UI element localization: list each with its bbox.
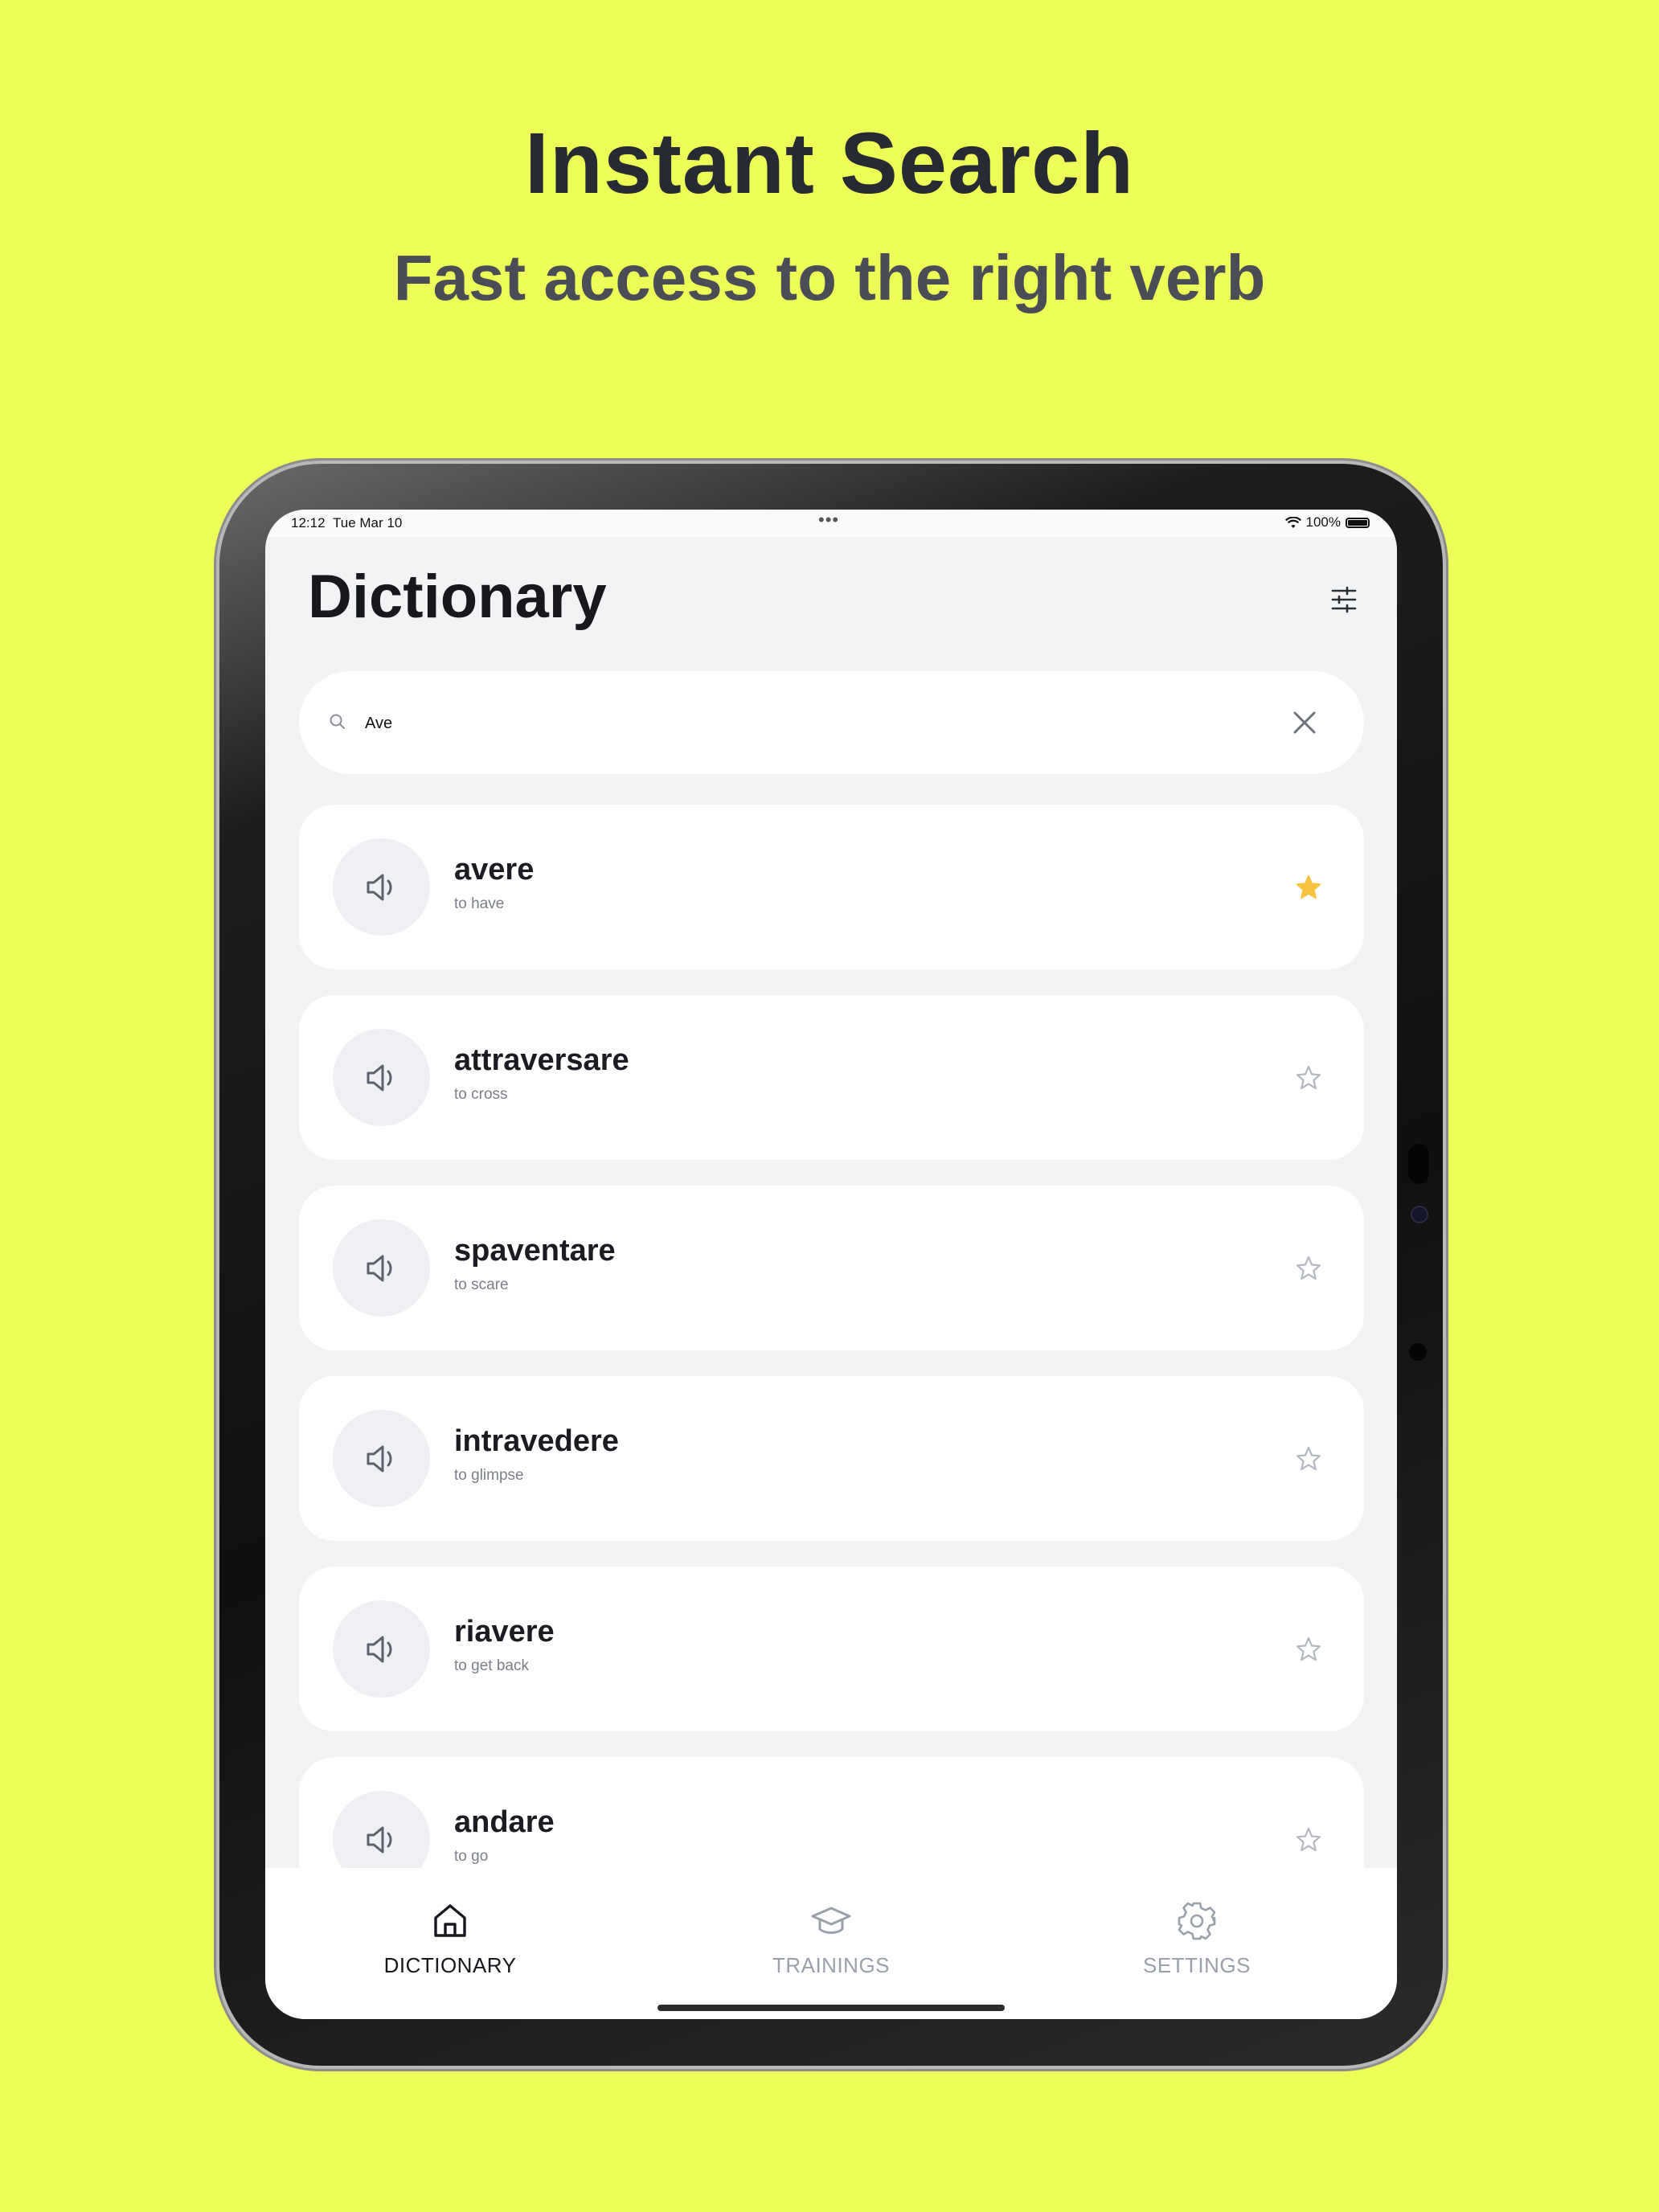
- status-time: 12:12 Tue Mar 10: [291, 515, 403, 530]
- verb-text: spaventare: [454, 1234, 616, 1268]
- search-icon: [330, 714, 345, 729]
- hero-subtitle: Fast access to the right verb: [393, 242, 1266, 313]
- tab-trainings[interactable]: TRAININGS: [711, 1900, 952, 1978]
- status-bar: 12:12 Tue Mar 10 ••• 100%: [265, 510, 1397, 537]
- verb-translation: to glimpse: [454, 1467, 524, 1484]
- speaker-icon: [367, 1636, 392, 1663]
- home-icon: [434, 1904, 466, 1937]
- side-button: [1408, 1144, 1429, 1184]
- verb-text: attraversare: [454, 1043, 629, 1077]
- tab-settings[interactable]: SETTINGS: [1076, 1900, 1317, 1978]
- play-audio-button[interactable]: [333, 1410, 430, 1507]
- star-icon[interactable]: [1295, 1636, 1322, 1663]
- verb-text: riavere: [454, 1615, 555, 1649]
- verb-list-item[interactable]: intravedere to glimpse: [299, 1376, 1364, 1541]
- verb-text: andare: [454, 1805, 555, 1839]
- speaker-icon: [367, 1064, 392, 1092]
- tab-label: SETTINGS: [1142, 1953, 1251, 1977]
- tab-bar: DICTIONARY TRAININGS SETTINGS: [265, 1868, 1397, 2019]
- star-icon[interactable]: [1295, 1826, 1322, 1854]
- status-right: 100%: [1284, 514, 1370, 530]
- app-screen: 12:12 Tue Mar 10 ••• 100% Dictionary Ave…: [265, 510, 1397, 2019]
- play-audio-button[interactable]: [333, 1219, 430, 1317]
- star-icon[interactable]: [1295, 874, 1322, 901]
- camera-lens: [1411, 1206, 1428, 1223]
- tab-label: TRAININGS: [772, 1953, 891, 1977]
- verb-list-item[interactable]: attraversare to cross: [299, 995, 1364, 1160]
- wifi-icon: [1284, 516, 1301, 528]
- star-icon[interactable]: [1295, 1064, 1322, 1092]
- sliders-icon[interactable]: [1328, 584, 1360, 616]
- speaker-icon: [367, 874, 392, 901]
- home-indicator[interactable]: [657, 2005, 1005, 2011]
- hero-title: Instant Search: [524, 114, 1135, 211]
- verb-translation: to go: [454, 1848, 489, 1865]
- verb-translation: to scare: [454, 1276, 509, 1293]
- battery-icon: [1346, 517, 1370, 528]
- star-icon[interactable]: [1295, 1255, 1322, 1282]
- speaker-icon: [367, 1255, 392, 1282]
- verb-translation: to have: [454, 895, 505, 912]
- graduation-cap-icon: [811, 1907, 851, 1934]
- verb-list-item[interactable]: spaventare to scare: [299, 1186, 1364, 1350]
- battery-percent: 100%: [1305, 514, 1341, 530]
- close-icon[interactable]: [1288, 707, 1321, 739]
- verb-list-item[interactable]: riavere to get back: [299, 1567, 1364, 1731]
- play-audio-button[interactable]: [333, 1600, 430, 1698]
- gear-icon: [1178, 1902, 1216, 1940]
- search-input[interactable]: [363, 702, 1170, 745]
- page-title: Dictionary: [308, 563, 607, 631]
- speaker-icon: [367, 1826, 392, 1854]
- play-audio-button[interactable]: [333, 1029, 430, 1126]
- verb-translation: to cross: [454, 1086, 508, 1103]
- speaker-icon: [367, 1445, 392, 1473]
- tab-dictionary[interactable]: DICTIONARY: [330, 1900, 571, 1978]
- tab-label: DICTIONARY: [383, 1953, 517, 1977]
- play-audio-button[interactable]: [333, 838, 430, 936]
- verb-text: avere: [454, 853, 535, 887]
- verb-translation: to get back: [454, 1657, 529, 1674]
- verb-list-item[interactable]: avere to have: [299, 805, 1364, 969]
- camera-flash: [1409, 1343, 1427, 1361]
- verb-text: intravedere: [454, 1424, 619, 1458]
- search-bar[interactable]: [299, 671, 1364, 774]
- star-icon[interactable]: [1295, 1445, 1322, 1473]
- multitask-indicator[interactable]: •••: [818, 510, 839, 530]
